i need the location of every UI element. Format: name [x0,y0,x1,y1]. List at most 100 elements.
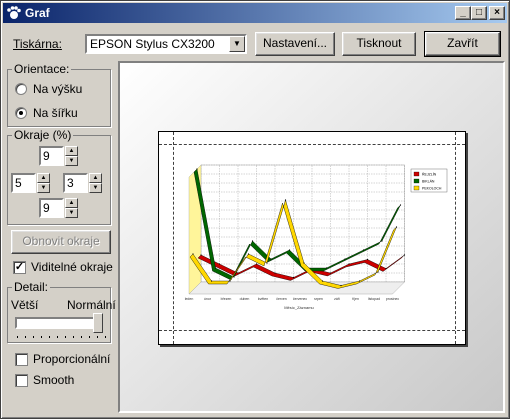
legend-label: ŘEJZLÍN [422,172,437,177]
series-point [274,272,276,274]
margin-bottom-value[interactable]: 9 [39,198,64,218]
series-point [348,263,350,265]
series-point [255,263,258,265]
arrow-up-icon[interactable]: ▲ [65,146,78,156]
series-point [196,168,198,170]
series-point [358,280,361,282]
x-tick-label: červen [276,297,287,301]
visible-margins-label[interactable]: Viditelné okraje [31,260,113,274]
series-point [292,276,295,279]
arrow-down-icon[interactable]: ▼ [65,208,78,218]
series-point [233,276,235,278]
line-chart: leden únor březen duben květen červen červenec… [185,164,448,310]
legend-label: PEKOLOCH [422,187,442,191]
title-bar[interactable]: Graf _ □ × [3,3,507,23]
series-point [210,280,213,282]
arrow-down-icon[interactable]: ▼ [37,183,50,193]
series-point [329,272,332,274]
legend-swatch [413,185,420,191]
series-point [284,199,287,201]
series-point [325,267,328,269]
x-tick-label: prosinec [386,297,399,301]
series-point [266,262,268,264]
print-preview: leden únor březen duben květen červen červenec… [118,61,505,413]
detail-legend: Detail: [12,280,51,294]
paw-icon [7,6,21,19]
close-button[interactable]: × [489,6,505,20]
x-tick-label: duben [240,297,250,301]
detail-slider-thumb[interactable] [93,313,103,333]
series-point [214,267,217,269]
maximize-button[interactable]: □ [471,6,487,20]
series-point [377,271,379,273]
series-point [381,240,383,242]
series-point [251,240,254,242]
x-tick-label: květen [258,297,268,301]
arrow-up-icon[interactable]: ▲ [37,173,50,183]
print-button[interactable]: Tisknout [342,32,416,56]
margin-left-stepper[interactable]: 5 ▲ ▼ [11,173,51,193]
x-axis-label: Měsíc_Záznamu [284,305,314,310]
legend-swatch [413,178,420,184]
chart-legend: ŘEJZLÍN BIKLÁN PEKOLOCH [410,168,448,193]
chart-series [189,168,406,289]
margin-bottom-stepper[interactable]: 9 ▲ ▼ [39,198,79,218]
series-point [362,249,365,251]
close-dialog-button[interactable]: Zavřít [424,31,501,57]
series-point [218,263,221,265]
landscape-label[interactable]: Na šířku [33,106,78,120]
margin-top-value[interactable]: 9 [39,146,64,166]
printer-label-text: Tiskárna: [13,37,62,51]
chevron-down-icon[interactable]: ▼ [229,36,245,52]
settings-button[interactable]: Nastavení... [255,32,335,56]
arrow-down-icon[interactable]: ▼ [89,183,102,193]
series-point [303,262,305,264]
margin-right-stepper[interactable]: 3 ▲ ▼ [63,173,103,193]
arrow-up-icon[interactable]: ▲ [89,173,102,183]
arrow-up-icon[interactable]: ▲ [65,198,78,208]
printer-select-value: EPSON Stylus CX3200 [90,37,215,51]
arrow-down-icon[interactable]: ▼ [65,156,78,166]
printer-select[interactable]: EPSON Stylus CX3200 ▼ [85,34,247,54]
reset-margins-button[interactable]: Obnovit okraje [11,230,111,254]
series-point [288,249,291,251]
series-point [340,284,342,287]
series-point [270,258,272,260]
visible-margins-checkbox[interactable]: ✓ [13,261,26,274]
proportional-label[interactable]: Proporcionální [33,352,110,366]
series-point [237,272,239,274]
window-title: Graf [25,6,50,20]
series-point [344,258,346,260]
detail-normal-label: Normální [67,298,116,312]
minimize-button[interactable]: _ [455,6,471,20]
portrait-label[interactable]: Na výšku [33,82,82,96]
options-panel: Orientace: Na výšku Na šířku Okraje (%) … [5,61,116,413]
legend-swatch [413,171,420,177]
series-point [403,254,406,256]
series-point [247,253,250,255]
series-point [395,226,398,228]
x-tick-label: září [334,297,340,301]
x-tick-label: březen [221,297,232,301]
margin-top-stepper[interactable]: 9 ▲ ▼ [39,146,79,166]
proportional-checkbox[interactable] [15,353,28,366]
detail-slider-track[interactable] [15,317,101,329]
smooth-label[interactable]: Smooth [33,373,74,387]
x-tick-label: říjen [352,297,359,301]
legend-label: BIKLÁN [422,180,435,184]
smooth-checkbox[interactable] [15,374,28,387]
landscape-radio[interactable] [15,107,27,119]
margin-left-value[interactable]: 5 [11,173,36,193]
portrait-radio[interactable] [15,83,27,95]
orientation-legend: Orientace: [12,62,72,76]
margin-right-value[interactable]: 3 [63,173,88,193]
printer-label: Tiskárna: [13,37,62,51]
x-tick-label: červenec [293,297,307,301]
series-point [229,280,231,282]
detail-more-label: Větší [11,298,39,312]
x-tick-label: listopad [368,297,380,301]
margins-legend: Okraje (%) [12,128,74,142]
slider-ticks [17,336,106,338]
series-point [200,254,202,256]
x-tick-label: únor [204,297,212,301]
